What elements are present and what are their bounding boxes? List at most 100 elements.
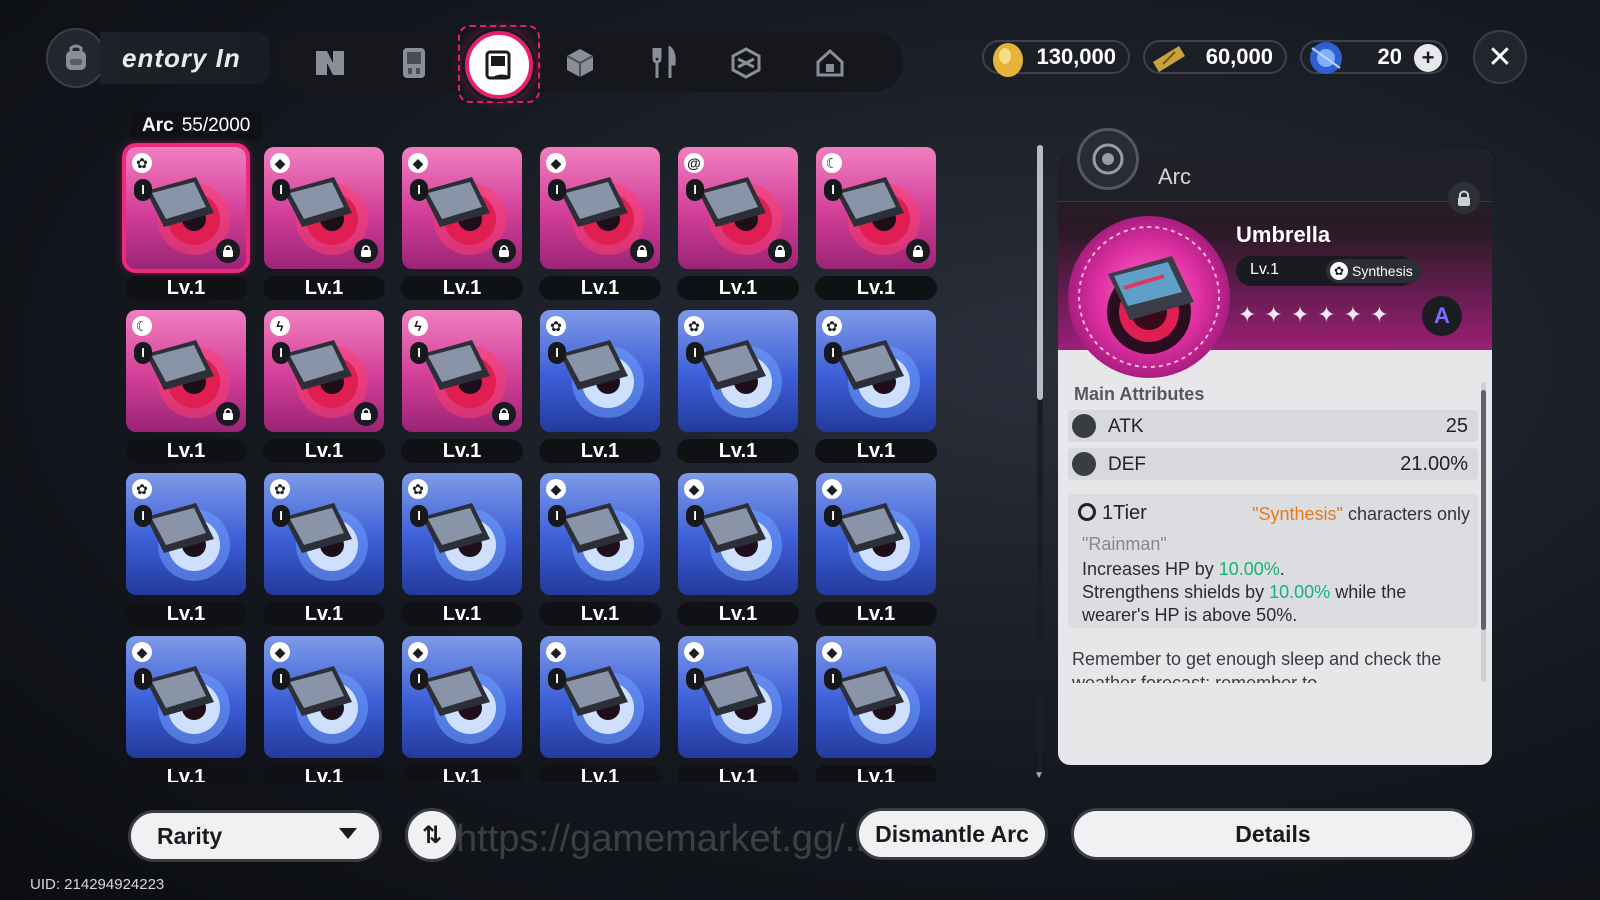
synthesis-gear-icon: ✿ — [1330, 262, 1348, 280]
arc-item-level: Lv.1 — [401, 602, 523, 626]
tier-badge: I — [272, 342, 290, 364]
arc-item-card[interactable]: ◆ I — [678, 473, 798, 595]
effect-text-part: Increases HP by — [1082, 559, 1219, 579]
lock-icon — [906, 239, 930, 263]
tier-badge: I — [824, 668, 842, 690]
restriction-rest: characters only — [1342, 504, 1470, 524]
lock-icon — [1458, 190, 1470, 206]
effect-name: "Rainman" — [1082, 534, 1167, 554]
details-button[interactable]: Details — [1071, 808, 1475, 860]
lock-icon — [216, 239, 240, 263]
rarity-filter-dropdown[interactable]: Rarity — [128, 810, 382, 862]
arc-stars: ✦✦✦✦✦✦ — [1238, 302, 1397, 327]
arc-badge-icon — [1092, 143, 1124, 175]
element-gear-icon: ✿ — [132, 479, 152, 499]
close-button[interactable]: ✕ — [1473, 30, 1527, 84]
detail-scrollbar-thumb[interactable] — [1481, 390, 1486, 630]
lock-icon — [354, 239, 378, 263]
arc-item-card[interactable]: ◆ I — [540, 147, 660, 269]
arc-item-card[interactable]: ◆ I — [402, 636, 522, 758]
element-dice-icon: ◆ — [822, 479, 842, 499]
arc-item-level: Lv.1 — [401, 276, 523, 300]
arc-item-card[interactable]: ✿ I — [402, 473, 522, 595]
element-gear-icon: ✿ — [684, 316, 704, 336]
arc-item-art — [146, 666, 230, 744]
arc-item-level: Lv.1 — [677, 765, 799, 782]
arc-item-art — [698, 666, 782, 744]
arc-item-card[interactable]: ◆ I — [816, 636, 936, 758]
arc-item-card[interactable]: ◆ I — [264, 147, 384, 269]
arc-item-level: Lv.1 — [263, 602, 385, 626]
tier-label: 1Tier — [1078, 502, 1147, 525]
arc-item-card[interactable]: ✿ I — [122, 143, 250, 273]
arc-item-card[interactable]: ◆ I — [816, 473, 936, 595]
arc-item-art — [836, 340, 920, 418]
tier-badge: I — [548, 668, 566, 690]
detail-lock-button[interactable] — [1448, 182, 1480, 214]
arc-category-badge — [1077, 128, 1139, 190]
lock-icon — [492, 239, 516, 263]
arc-item-card[interactable]: ☾ I — [126, 310, 246, 432]
arc-item-level: Lv.1 — [263, 439, 385, 463]
arc-item-art — [284, 666, 368, 744]
arc-item-card[interactable]: ✿ I — [126, 473, 246, 595]
tier-badge: I — [410, 179, 428, 201]
attribute-name: DEF — [1108, 454, 1146, 475]
arc-item-level: Lv.1 — [125, 765, 247, 782]
add-gem-button[interactable]: + — [1414, 44, 1442, 72]
arc-detail-panel: Arc Umbrella Lv.1 ✿ Synthesis ✦✦✦✦✦✦ A M… — [1058, 150, 1492, 765]
element-moon-icon: ☾ — [822, 153, 842, 173]
def-shield-icon — [1072, 452, 1096, 476]
element-dice-icon: ◆ — [822, 642, 842, 662]
arc-disc-image — [1078, 226, 1220, 368]
tier-badge: I — [134, 668, 152, 690]
arc-item-art — [284, 503, 368, 581]
element-dice-icon: ◆ — [546, 479, 566, 499]
arc-item-level: Lv.1 — [125, 276, 247, 300]
flavor-text: Remember to get enough sleep and check t… — [1072, 649, 1442, 683]
lock-icon — [492, 402, 516, 426]
arc-item-card[interactable]: ϟI — [402, 310, 522, 432]
arc-item-level: Lv.1 — [539, 602, 661, 626]
chevron-down-icon — [339, 828, 357, 839]
atk-icon — [1072, 414, 1096, 438]
arc-item-card[interactable]: ◆ I — [264, 636, 384, 758]
arc-item-card[interactable]: ◆ I — [540, 473, 660, 595]
arc-item-card[interactable]: ☾ I — [816, 147, 936, 269]
dismantle-arc-button[interactable]: Dismantle Arc — [856, 808, 1048, 860]
arc-item-card[interactable]: ϟI — [264, 310, 384, 432]
arc-item-card[interactable]: @ I — [678, 147, 798, 269]
effect-text-part: Strengthens shields by — [1082, 582, 1270, 602]
arc-item-level: Lv.1 — [539, 276, 661, 300]
scroll-down-icon[interactable]: ▼ — [1034, 770, 1044, 781]
arc-item-art — [698, 503, 782, 581]
arc-item-card[interactable]: ◆ I — [402, 147, 522, 269]
tier-restriction: "Synthesis" characters only — [1252, 504, 1470, 525]
arc-item-card[interactable]: ✿ I — [264, 473, 384, 595]
arc-item-card[interactable]: ✿ I — [816, 310, 936, 432]
tier-text: 1Tier — [1102, 502, 1147, 524]
arc-item-level: Lv.1 — [677, 602, 799, 626]
sort-order-button[interactable]: ⇅ — [405, 808, 459, 862]
arc-item-level: Lv.1 — [125, 439, 247, 463]
grid-scrollbar-thumb[interactable] — [1037, 145, 1043, 400]
tier-badge: I — [824, 179, 842, 201]
element-dice-icon: ◆ — [684, 479, 704, 499]
tier-badge: I — [548, 179, 566, 201]
main-attributes-title: Main Attributes — [1074, 384, 1205, 404]
element-gear-icon: ✿ — [408, 479, 428, 499]
element-dice-icon: ◆ — [270, 642, 290, 662]
element-dice-icon: ◆ — [684, 642, 704, 662]
arc-item-card[interactable]: ◆ I — [540, 636, 660, 758]
arc-item-card[interactable]: ✿ I — [540, 310, 660, 432]
element-dice-icon: ◆ — [546, 153, 566, 173]
tier-badge: I — [410, 342, 428, 364]
arc-item-card[interactable]: ◆ I — [678, 636, 798, 758]
arc-item-card[interactable]: ◆ I — [126, 636, 246, 758]
arc-level-pill: Lv.1 ✿ Synthesis — [1236, 256, 1421, 286]
tier-badge: I — [686, 342, 704, 364]
lock-icon — [354, 402, 378, 426]
attribute-value: 25 — [1445, 415, 1468, 437]
tier-badge: I — [410, 668, 428, 690]
arc-item-card[interactable]: ✿ I — [678, 310, 798, 432]
